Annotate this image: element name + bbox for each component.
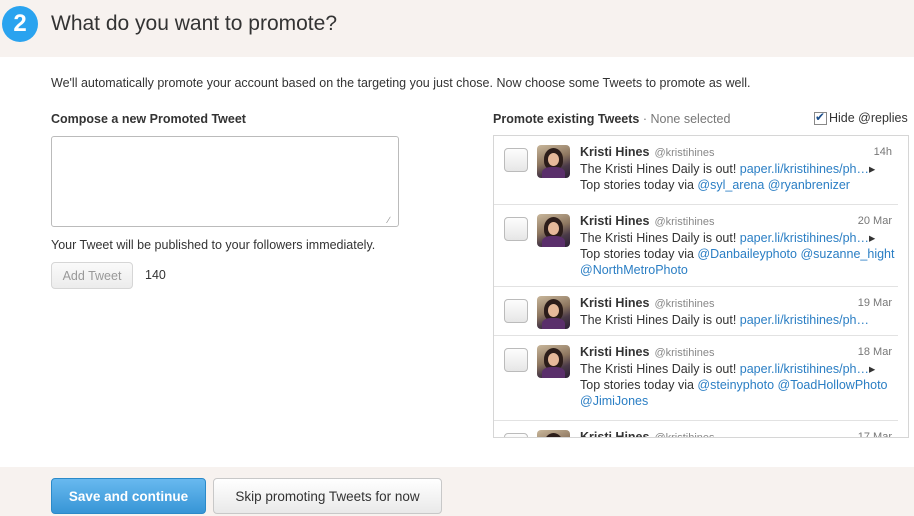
step-header: 2 What do you want to promote? (0, 0, 914, 57)
tweet-select-checkbox[interactable] (504, 433, 528, 437)
existing-tweets-list[interactable]: Kristi Hines @kristihines 14h The Kristi Hi… (493, 135, 909, 438)
character-count: 140 (145, 268, 166, 282)
tweet-text-start: The Kristi Hines Daily is out! (580, 313, 740, 327)
tweet-author-name: Kristi Hines (580, 296, 650, 310)
tweet-link[interactable]: paper.li/kristihines/ph… (740, 362, 869, 376)
avatar (537, 345, 570, 378)
page-title: What do you want to promote? (51, 12, 337, 35)
tweet-author-name: Kristi Hines (580, 214, 650, 228)
tweet-author-handle: @kristihines (654, 298, 715, 310)
tweet-author-handle: @kristihines (654, 147, 715, 159)
hide-replies-toggle[interactable]: Hide @replies (814, 110, 908, 125)
tweet-text: The Kristi Hines Daily is out! paper.li/… (580, 230, 896, 278)
tweet-date: 20 Mar (857, 215, 892, 227)
compose-heading: Compose a new Promoted Tweet (51, 112, 246, 126)
avatar (537, 214, 570, 247)
tweet-mention-link[interactable]: @NorthMetroPhoto (580, 263, 688, 277)
scrollbar[interactable] (901, 136, 908, 437)
existing-tweets-title: Promote existing Tweets (493, 112, 640, 126)
tweet-select-checkbox[interactable] (504, 299, 528, 323)
save-and-continue-button[interactable]: Save and continue (51, 478, 206, 514)
tweet-text-start: The Kristi Hines Daily is out! (580, 162, 740, 176)
tweet-link[interactable]: paper.li/kristihines/ph… (740, 231, 869, 245)
tweet-author-handle: @kristihines (654, 216, 715, 228)
tweet-date: 17 Mar (857, 431, 892, 438)
tweet-row[interactable]: Kristi Hines @kristihines 17 Mar (494, 421, 898, 438)
tweet-select-checkbox[interactable] (504, 348, 528, 372)
tweet-row[interactable]: Kristi Hines @kristihines 20 Mar The Kristi… (494, 205, 898, 287)
tweet-author: Kristi Hines @kristihines (580, 214, 715, 228)
tweet-mention-link[interactable]: @syl_arena (697, 178, 764, 192)
tweet-row[interactable]: Kristi Hines @kristihines 18 Mar The Kristi… (494, 336, 898, 421)
tweet-mention-link[interactable]: @JimiJones (580, 394, 648, 408)
tweet-author: Kristi Hines @kristihines (580, 430, 715, 438)
tweet-mention-link[interactable]: @suzanne_hight (800, 247, 894, 261)
intro-text: We'll automatically promote your account… (51, 76, 751, 90)
tweet-author-name: Kristi Hines (580, 145, 650, 159)
tweet-text-start: The Kristi Hines Daily is out! (580, 362, 740, 376)
existing-tweets-heading: Promote existing Tweets · None selected (493, 112, 730, 126)
tweet-date: 18 Mar (857, 346, 892, 358)
tweet-author-handle: @kristihines (654, 432, 715, 438)
tweet-select-checkbox[interactable] (504, 148, 528, 172)
tweet-date: 14h (873, 146, 892, 158)
tweet-text: The Kristi Hines Daily is out! paper.li/… (580, 161, 896, 193)
compose-tweet-textarea[interactable] (51, 136, 399, 227)
tweet-link[interactable]: paper.li/kristihines/ph… (740, 162, 869, 176)
tweet-link[interactable]: paper.li/kristihines/ph… (740, 313, 869, 327)
tweet-text-start: The Kristi Hines Daily is out! (580, 231, 740, 245)
skip-promoting-button[interactable]: Skip promoting Tweets for now (213, 478, 442, 514)
avatar (537, 430, 570, 437)
tweet-author-name: Kristi Hines (580, 430, 650, 438)
tweet-author: Kristi Hines @kristihines (580, 345, 715, 359)
step-number-badge: 2 (2, 6, 38, 42)
tweet-row[interactable]: Kristi Hines @kristihines 19 Mar The Kristi… (494, 287, 898, 336)
avatar (537, 296, 570, 329)
heading-separator: · (642, 112, 647, 126)
tweet-mention-link[interactable]: @ToadHollowPhoto (778, 378, 888, 392)
publish-note: Your Tweet will be published to your fol… (51, 238, 376, 252)
tweet-mention-link[interactable]: @steinyphoto (697, 378, 774, 392)
tweet-select-checkbox[interactable] (504, 217, 528, 241)
tweet-text: The Kristi Hines Daily is out! paper.li/… (580, 361, 896, 409)
selection-status: None selected (650, 112, 731, 126)
tweet-mention-link[interactable]: @ryanbrenizer (768, 178, 850, 192)
tweet-text: The Kristi Hines Daily is out! paper.li/… (580, 312, 896, 328)
avatar (537, 145, 570, 178)
resize-grip-icon[interactable]: ∕ (388, 216, 397, 225)
hide-replies-checkbox[interactable] (814, 110, 827, 125)
add-tweet-button[interactable]: Add Tweet (51, 262, 133, 289)
hide-replies-label: Hide @replies (829, 111, 908, 125)
tweet-author-handle: @kristihines (654, 347, 715, 359)
tweet-mention-link[interactable]: @Danbaileyphoto (697, 247, 797, 261)
tweet-row[interactable]: Kristi Hines @kristihines 14h The Kristi Hi… (494, 136, 898, 205)
tweet-author: Kristi Hines @kristihines (580, 296, 715, 310)
tweet-date: 19 Mar (857, 297, 892, 309)
tweet-author-name: Kristi Hines (580, 345, 650, 359)
tweet-author: Kristi Hines @kristihines (580, 145, 715, 159)
